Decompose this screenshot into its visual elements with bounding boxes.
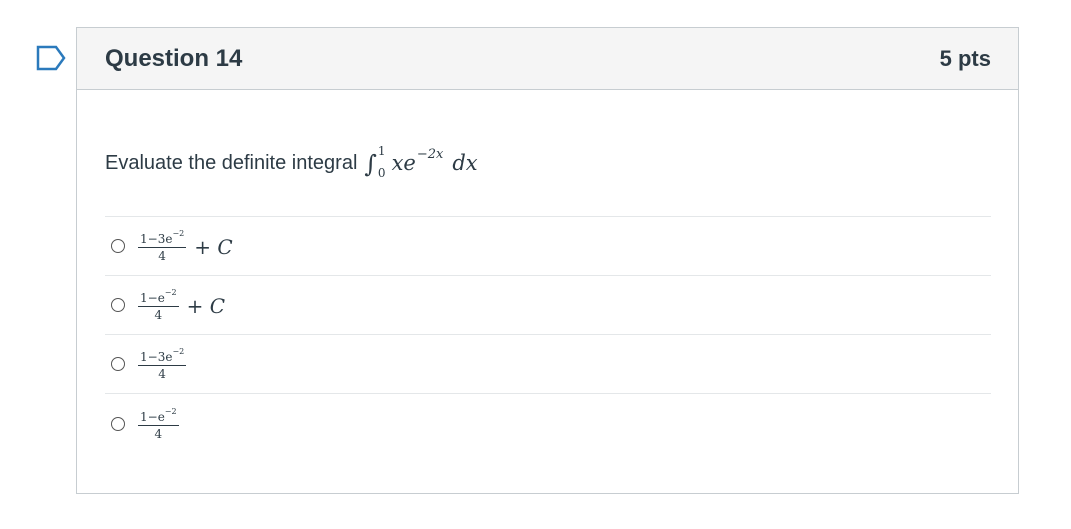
integral-limits: 1 0 [378, 145, 386, 179]
fraction-denominator: 4 [158, 249, 166, 263]
answer-fraction: 1−e−2 4 [138, 288, 179, 322]
integrand-exponent: −2x [416, 146, 444, 162]
integral-expression: ∫ 1 0 xe −2x dx [364, 145, 478, 179]
radio-button[interactable] [111, 239, 125, 253]
fraction-denominator: 4 [158, 367, 166, 381]
answer-option-3[interactable]: 1−3e−2 4 [105, 335, 991, 394]
question-body: Evaluate the definite integral ∫ 1 0 xe … [77, 90, 1018, 453]
fraction-numerator: 1−3e [140, 232, 173, 246]
differential: dx [452, 151, 478, 175]
answer-fraction: 1−3e−2 4 [138, 229, 187, 263]
bookmark-flag-icon[interactable] [36, 45, 66, 71]
radio-button[interactable] [111, 416, 125, 431]
prompt-text: Evaluate the definite integral [105, 151, 358, 174]
answer-option-2[interactable]: 1−e−2 4 + C [105, 276, 991, 335]
radio-button[interactable] [111, 298, 125, 312]
answer-suffix: + C [194, 235, 233, 259]
question-title: Question 14 [105, 44, 243, 72]
integral-sign: ∫ [364, 150, 377, 178]
question-points: 5 pts [939, 45, 991, 71]
question-card: Question 14 5 pts Evaluate the definite … [76, 27, 1019, 494]
fraction-denominator: 4 [154, 426, 163, 441]
upper-limit: 1 [377, 144, 386, 158]
fraction-exponent: −2 [172, 229, 185, 238]
question-header: Question 14 5 pts [77, 28, 1018, 90]
fraction-exponent: −2 [172, 347, 185, 356]
integrand: xe [391, 151, 416, 175]
fraction-numerator: 1−e [140, 409, 165, 424]
fraction-denominator: 4 [154, 308, 163, 322]
answer-suffix: + C [186, 294, 226, 318]
question-prompt: Evaluate the definite integral ∫ 1 0 xe … [105, 145, 991, 179]
answer-fraction: 1−e−2 4 [138, 407, 179, 441]
answer-list: 1−3e−2 4 + C 1−e−2 4 + C 1−3e−2 4 1−e−2 … [105, 216, 991, 453]
fraction-exponent: −2 [164, 288, 177, 297]
answer-fraction: 1−3e−2 4 [138, 347, 187, 381]
fraction-numerator: 1−3e [140, 350, 173, 364]
fraction-numerator: 1−e [140, 291, 165, 305]
answer-option-4[interactable]: 1−e−2 4 [105, 394, 991, 453]
fraction-exponent: −2 [164, 406, 177, 416]
lower-limit: 0 [377, 166, 386, 180]
answer-option-1[interactable]: 1−3e−2 4 + C [105, 217, 991, 276]
radio-button[interactable] [111, 357, 125, 371]
